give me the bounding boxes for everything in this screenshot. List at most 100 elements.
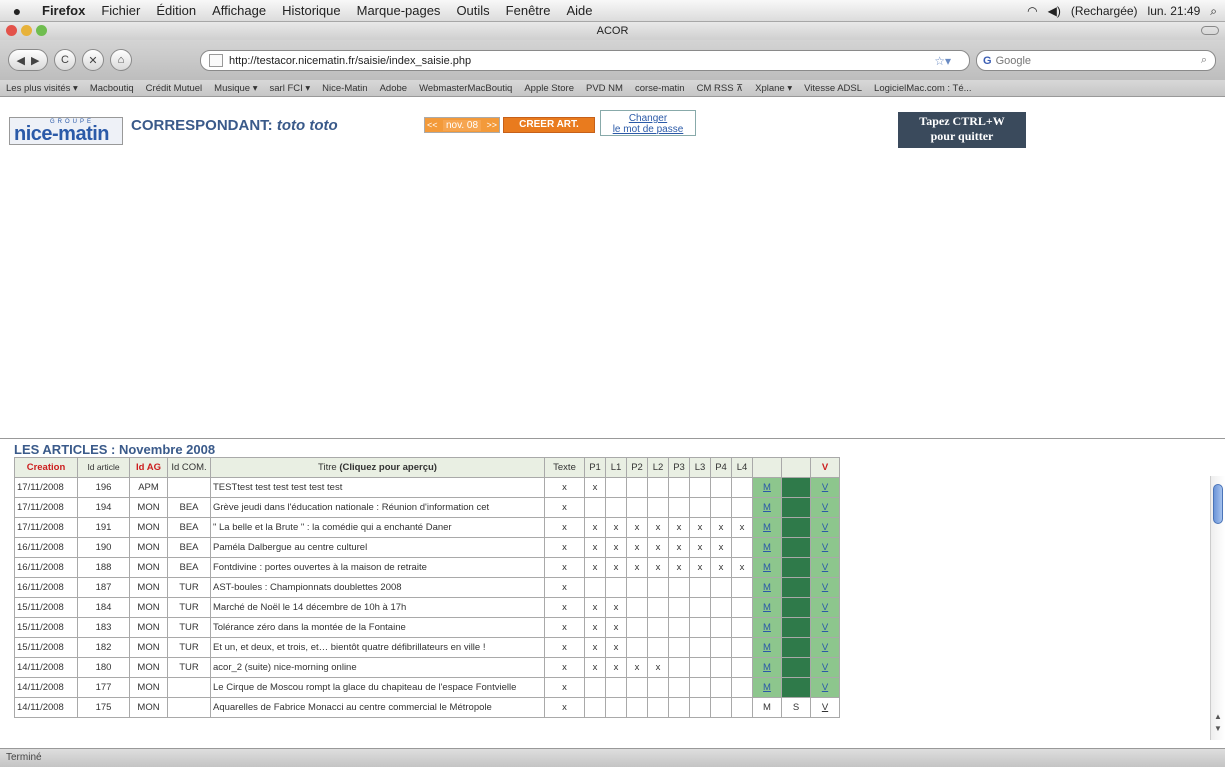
row-title-link[interactable]: " La belle et la Brute " : la comédie qu… <box>210 517 545 538</box>
menu-affichage[interactable]: Affichage <box>204 3 274 18</box>
modify-link[interactable]: M <box>763 542 771 553</box>
row-modify-button[interactable]: M <box>752 637 782 658</box>
col-id-ag[interactable]: Id AG <box>129 457 168 478</box>
row-s-button[interactable] <box>781 497 811 518</box>
bookmark-item[interactable]: Apple Store <box>518 83 580 94</box>
row-modify-button[interactable]: M <box>752 497 782 518</box>
bookmark-item[interactable]: Adobe <box>374 83 413 94</box>
modify-link[interactable]: M <box>763 642 771 653</box>
row-modify-button[interactable]: M <box>752 477 782 498</box>
scroll-thumb[interactable] <box>1213 484 1223 524</box>
modify-link[interactable]: M <box>763 562 771 573</box>
modify-link[interactable]: M <box>763 622 771 633</box>
wifi-icon[interactable]: ◠ <box>1027 4 1037 18</box>
row-modify-button[interactable]: M <box>752 597 782 618</box>
row-modify-button[interactable]: M <box>752 617 782 638</box>
modify-link[interactable]: M <box>763 482 771 493</box>
search-box[interactable]: G Google ⌕ <box>976 50 1216 71</box>
row-s-button[interactable]: S <box>781 697 811 718</box>
bookmark-item[interactable]: LogicielMac.com : Té... <box>868 83 978 94</box>
scroll-up-icon[interactable]: ▲ <box>1214 712 1222 721</box>
validate-link[interactable]: V <box>822 562 828 573</box>
row-title-link[interactable]: Marché de Noël le 14 décembre de 10h à 1… <box>210 597 545 618</box>
reload-button[interactable]: C <box>54 49 76 71</box>
row-modify-button[interactable]: M <box>752 517 782 538</box>
modify-link[interactable]: M <box>763 702 771 713</box>
validate-link[interactable]: V <box>822 542 828 553</box>
row-title-link[interactable]: Aquarelles de Fabrice Monacci au centre … <box>210 697 545 718</box>
row-s-button[interactable] <box>781 617 811 638</box>
menu-fichier[interactable]: Fichier <box>93 3 148 18</box>
menu-app-firefox[interactable]: Firefox <box>34 3 93 18</box>
row-validate-button[interactable]: V <box>810 577 840 598</box>
menu-fenetre[interactable]: Fenêtre <box>498 3 559 18</box>
stop-button[interactable]: ✕ <box>82 49 104 71</box>
minimize-window-icon[interactable] <box>21 25 32 36</box>
row-validate-button[interactable]: V <box>810 697 840 718</box>
row-title-link[interactable]: Le Cirque de Moscou rompt la glace du ch… <box>210 677 545 698</box>
validate-link[interactable]: V <box>822 702 828 713</box>
bookmark-item[interactable]: WebmasterMacBoutiq <box>413 83 518 94</box>
modify-link[interactable]: M <box>763 582 771 593</box>
row-title-link[interactable]: Et un, et deux, et trois, et… bientôt qu… <box>210 637 545 658</box>
bookmark-item[interactable]: Musique ▾ <box>208 83 263 94</box>
bookmark-item[interactable]: Nice-Matin <box>316 83 373 94</box>
row-modify-button[interactable]: M <box>752 577 782 598</box>
close-window-icon[interactable] <box>6 25 17 36</box>
search-input[interactable]: Google <box>996 55 1031 67</box>
row-validate-button[interactable]: V <box>810 597 840 618</box>
validate-link[interactable]: V <box>822 502 828 513</box>
row-validate-button[interactable]: V <box>810 537 840 558</box>
search-engine-icon[interactable]: G <box>983 55 992 67</box>
validate-link[interactable]: V <box>822 582 828 593</box>
row-title-link[interactable]: acor_2 (suite) nice-morning online <box>210 657 545 678</box>
row-s-button[interactable] <box>781 677 811 698</box>
row-title-link[interactable]: AST-boules : Championnats doublettes 200… <box>210 577 545 598</box>
modify-link[interactable]: M <box>763 682 771 693</box>
zoom-window-icon[interactable] <box>36 25 47 36</box>
bookmark-item[interactable]: corse-matin <box>629 83 691 94</box>
clock[interactable]: lun. 21:49 <box>1148 4 1201 18</box>
scroll-down-icon[interactable]: ▼ <box>1214 724 1222 733</box>
row-modify-button[interactable]: M <box>752 557 782 578</box>
bookmark-star-icon[interactable]: ☆▾ <box>934 54 951 68</box>
validate-link[interactable]: V <box>822 482 828 493</box>
search-icon[interactable]: ⌕ <box>1201 54 1207 67</box>
url-bar[interactable]: http://testacor.nicematin.fr/saisie/inde… <box>200 50 970 71</box>
validate-link[interactable]: V <box>822 642 828 653</box>
col-id-article[interactable]: Id article <box>77 457 130 478</box>
prev-month-button[interactable]: << <box>427 120 438 130</box>
menu-edition[interactable]: Édition <box>148 3 204 18</box>
row-validate-button[interactable]: V <box>810 557 840 578</box>
vertical-scrollbar[interactable]: ▲ ▼ <box>1210 476 1225 740</box>
col-creation[interactable]: Creation <box>14 457 78 478</box>
row-title-link[interactable]: Fontdivine : portes ouvertes à la maison… <box>210 557 545 578</box>
bookmark-item[interactable]: Vitesse ADSL <box>798 83 868 94</box>
bookmark-item[interactable]: Xplane ▾ <box>749 83 798 94</box>
row-s-button[interactable] <box>781 517 811 538</box>
modify-link[interactable]: M <box>763 662 771 673</box>
bookmark-item[interactable]: CM RSS ⊼ <box>691 83 750 94</box>
row-title-link[interactable]: Paméla Dalbergue au centre culturel <box>210 537 545 558</box>
home-button[interactable]: ⌂ <box>110 49 132 71</box>
row-s-button[interactable] <box>781 597 811 618</box>
col-id-com[interactable]: Id COM. <box>167 457 211 478</box>
volume-icon[interactable]: ◀) <box>1048 4 1061 18</box>
row-validate-button[interactable]: V <box>810 637 840 658</box>
row-s-button[interactable] <box>781 537 811 558</box>
menu-outils[interactable]: Outils <box>448 3 497 18</box>
row-s-button[interactable] <box>781 477 811 498</box>
row-validate-button[interactable]: V <box>810 517 840 538</box>
row-s-button[interactable] <box>781 557 811 578</box>
row-validate-button[interactable]: V <box>810 617 840 638</box>
spotlight-icon[interactable]: ⌕ <box>1210 4 1217 19</box>
row-s-button[interactable] <box>781 637 811 658</box>
bookmark-item[interactable]: sarl FCI ▾ <box>264 83 317 94</box>
toolbar-toggle-icon[interactable] <box>1201 26 1219 35</box>
row-title-link[interactable]: Grève jeudi dans l'éducation nationale :… <box>210 497 545 518</box>
row-validate-button[interactable]: V <box>810 677 840 698</box>
validate-link[interactable]: V <box>822 662 828 673</box>
bookmark-item[interactable]: Crédit Mutuel <box>140 83 209 94</box>
menu-aide[interactable]: Aide <box>558 3 600 18</box>
change-password-link[interactable]: Changer le mot de passe <box>600 110 696 136</box>
